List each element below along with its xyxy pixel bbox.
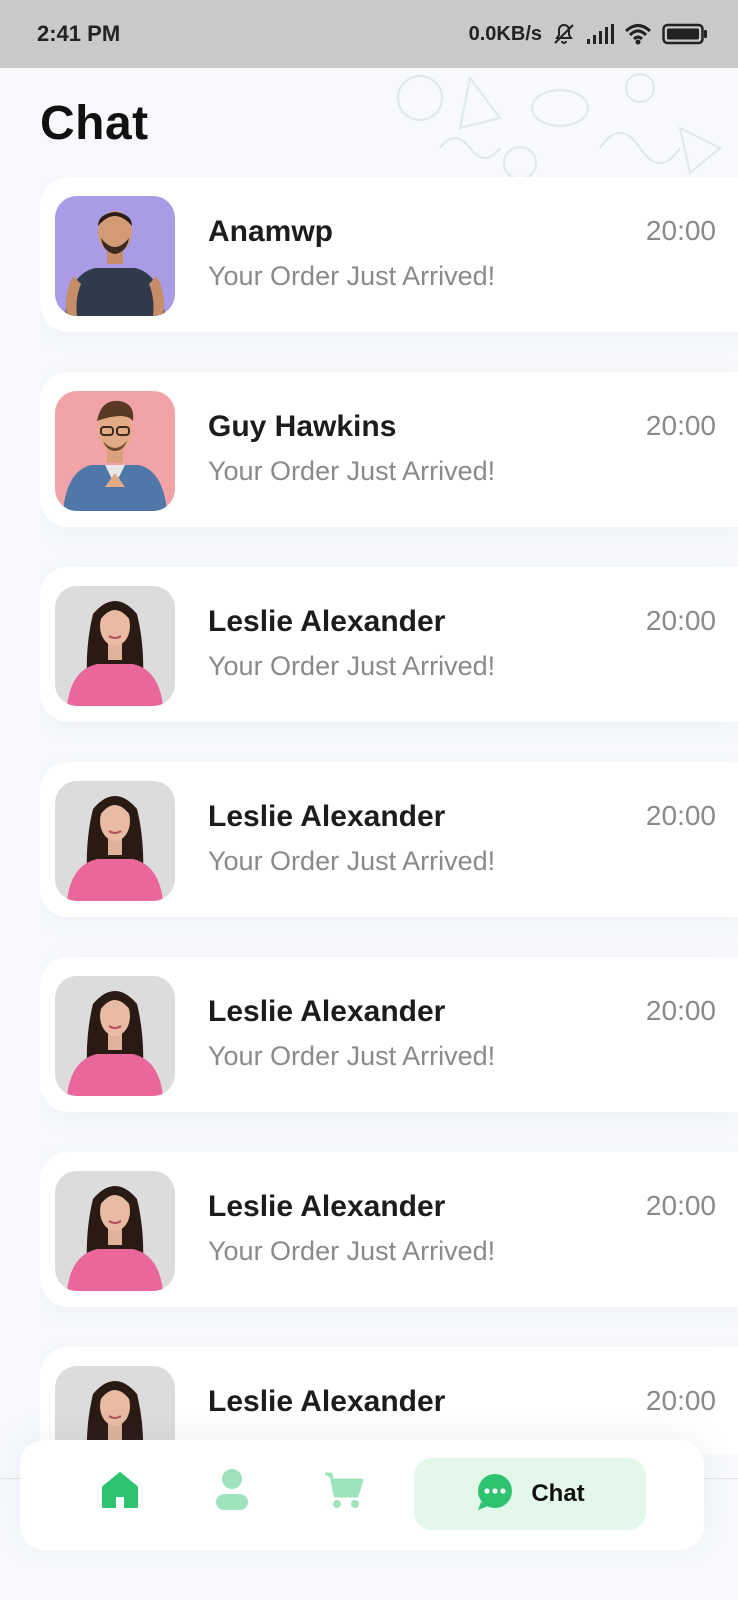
chat-list: Anamwp Your Order Just Arrived! 20:00 Gu… — [40, 177, 738, 1454]
muted-bell-icon — [552, 22, 576, 46]
avatar — [55, 1171, 175, 1291]
battery-icon — [662, 23, 708, 45]
chat-name: Leslie Alexander — [208, 1190, 446, 1223]
chat-item[interactable]: Leslie Alexander 20:00 — [40, 1347, 738, 1454]
profile-icon — [212, 1468, 252, 1517]
avatar — [55, 586, 175, 706]
chat-item[interactable]: Guy Hawkins Your Order Just Arrived! 20:… — [40, 372, 738, 527]
chat-name: Leslie Alexander — [208, 800, 446, 833]
nav-profile-button[interactable] — [210, 1468, 254, 1517]
wifi-icon — [624, 23, 652, 45]
nav-home-button[interactable] — [98, 1470, 142, 1514]
chat-time: 20:00 — [645, 1385, 716, 1416]
chat-name: Guy Hawkins — [208, 410, 397, 443]
chat-message: Your Order Just Arrived! — [208, 456, 496, 486]
page-title: Chat — [40, 97, 149, 150]
avatar — [55, 976, 175, 1096]
chat-name: Anamwp — [208, 215, 334, 248]
chat-time: 20:00 — [645, 1190, 716, 1221]
chat-item[interactable]: Anamwp Your Order Just Arrived! 20:00 — [40, 177, 738, 332]
chat-message: Your Order Just Arrived! — [208, 846, 496, 876]
bottom-navigation: Chat — [20, 1440, 704, 1550]
network-speed: 0.0KB/s — [468, 22, 542, 45]
signal-icon — [586, 23, 614, 45]
chat-name: Leslie Alexander — [208, 995, 446, 1028]
status-time: 2:41 PM — [37, 21, 121, 46]
nav-chat-label: Chat — [531, 1480, 585, 1507]
chat-item[interactable]: Leslie Alexander Your Order Just Arrived… — [40, 957, 738, 1112]
chat-item[interactable]: Leslie Alexander Your Order Just Arrived… — [40, 762, 738, 917]
chat-item[interactable]: Leslie Alexander Your Order Just Arrived… — [40, 567, 738, 722]
cart-icon — [323, 1470, 365, 1515]
chat-message: Your Order Just Arrived! — [208, 1236, 496, 1266]
chat-time: 20:00 — [645, 605, 716, 636]
home-icon — [100, 1470, 140, 1515]
chat-item[interactable]: Leslie Alexander Your Order Just Arrived… — [40, 1152, 738, 1307]
nav-chat-button[interactable]: Chat — [414, 1458, 646, 1530]
avatar — [55, 196, 175, 316]
chat-name: Leslie Alexander — [208, 1385, 446, 1418]
avatar — [55, 781, 175, 901]
chat-time: 20:00 — [645, 995, 716, 1026]
chat-time: 20:00 — [645, 410, 716, 441]
chat-time: 20:00 — [645, 800, 716, 831]
chat-message: Your Order Just Arrived! — [208, 651, 496, 681]
chat-message: Your Order Just Arrived! — [208, 261, 496, 291]
chat-time: 20:00 — [645, 215, 716, 246]
status-bar: 2:41 PM 0.0KB/s — [0, 0, 738, 68]
avatar — [55, 391, 175, 511]
chat-message: Your Order Just Arrived! — [208, 1041, 496, 1071]
status-icons: 0.0KB/s — [469, 22, 708, 46]
chat-icon — [475, 1472, 515, 1517]
nav-cart-button[interactable] — [322, 1470, 366, 1514]
chat-name: Leslie Alexander — [208, 605, 446, 638]
